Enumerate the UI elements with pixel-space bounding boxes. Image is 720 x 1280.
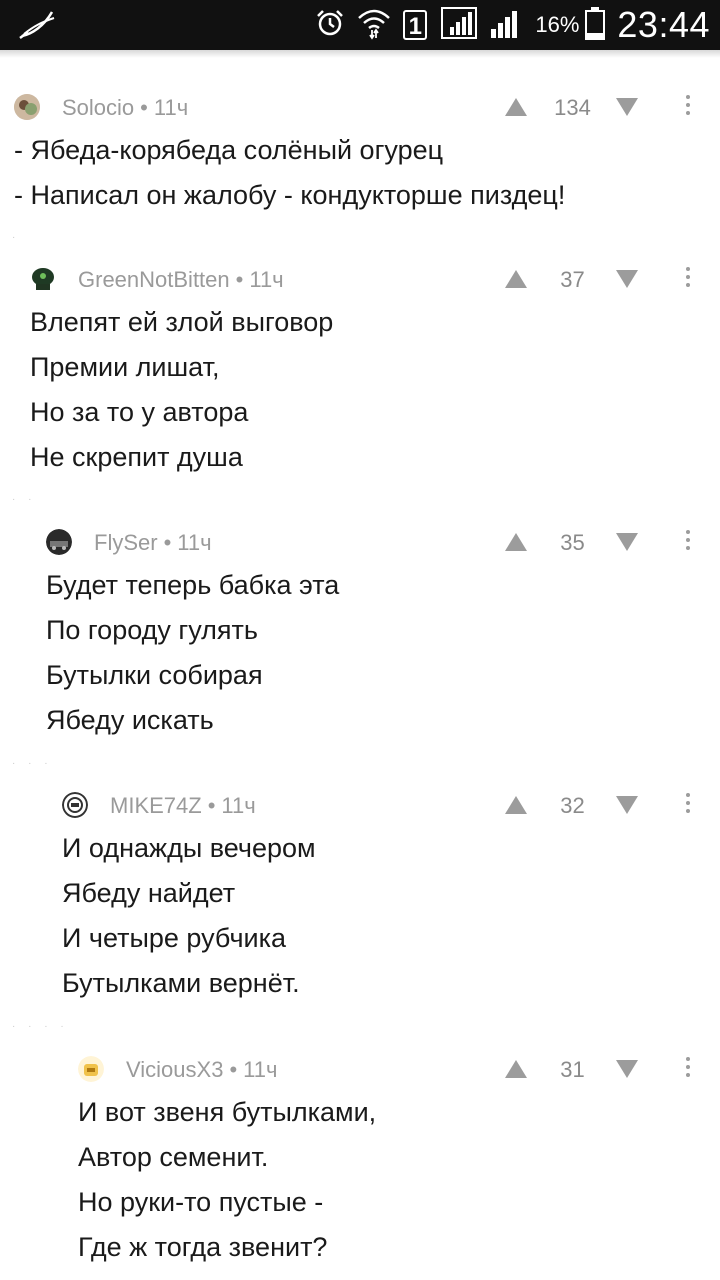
- status-bar: 1 16% 23:44: [0, 0, 720, 50]
- comment-line: И вот звеня бутылками,: [78, 1097, 377, 1127]
- comment-body: - Ябеда-корябеда солёный огурец - Написа…: [14, 132, 565, 222]
- separator-dot: •: [235, 267, 244, 292]
- comment-time: 11ч: [177, 530, 212, 555]
- downvote-icon[interactable]: [616, 270, 638, 288]
- comment-author[interactable]: ViciousX3: [126, 1057, 223, 1082]
- comment-author[interactable]: Solocio: [62, 95, 134, 120]
- upvote-icon[interactable]: [505, 1060, 527, 1078]
- comment-score: 32: [560, 793, 585, 818]
- comment-header: Solocio • 11ч 134: [0, 92, 720, 122]
- comment-score: 31: [560, 1057, 585, 1082]
- avatar[interactable]: [46, 529, 72, 555]
- battery-icon: [585, 6, 606, 45]
- comment: GreenNotBitten • 11ч 37 Влепят ей злой выг…: [0, 264, 720, 484]
- downvote-icon[interactable]: [616, 533, 638, 551]
- avatar[interactable]: [14, 94, 40, 120]
- comment-time: 11ч: [221, 793, 256, 818]
- comment-author[interactable]: GreenNotBitten: [78, 267, 230, 292]
- more-options-icon[interactable]: [681, 92, 695, 122]
- comment-header: FlySer • 11ч 35: [0, 527, 720, 557]
- upvote-icon[interactable]: [505, 533, 527, 551]
- clock-time: 23:44: [617, 4, 710, 45]
- comment-body: И вот звеня бутылками, Автор семенит. Но…: [78, 1094, 376, 1274]
- comment-line: Не скрепит душа: [30, 442, 243, 472]
- comment-line: Ябеду найдет: [62, 878, 236, 908]
- battery-percent: 16%: [535, 12, 580, 37]
- comment-line: И однажды вечером: [62, 833, 316, 863]
- comment-line: Автор семенит.: [78, 1142, 269, 1172]
- more-options-icon[interactable]: [681, 264, 695, 294]
- thread-indent-marker: · · · ·: [12, 1021, 69, 1032]
- comment-author[interactable]: MIKE74Z: [110, 793, 202, 818]
- comment-line: Ябеду искать: [46, 705, 214, 735]
- comment-body: И однажды вечером Ябеду найдет И четыре …: [62, 830, 316, 1010]
- comment: FlySer • 11ч 35 Будет теперь бабка эта По …: [0, 527, 720, 747]
- comment-line: Будет теперь бабка эта: [46, 570, 340, 600]
- comment-time: 11ч: [249, 267, 284, 292]
- feather-icon: [18, 8, 58, 47]
- separator-dot: •: [163, 530, 172, 555]
- separator-dot: •: [140, 95, 148, 120]
- separator-dot: •: [229, 1057, 238, 1082]
- upvote-icon[interactable]: [505, 796, 527, 814]
- comment-score: 37: [560, 267, 585, 292]
- separator-dot: •: [207, 793, 216, 818]
- sim-badge-icon: 1: [403, 10, 428, 40]
- comment-score: 35: [560, 530, 585, 555]
- comment-line: Бутылки собирая: [46, 660, 263, 690]
- comment: Solocio • 11ч 134 - Ябеда-корябеда солёный…: [0, 92, 720, 232]
- comment-line: И четыре рубчика: [62, 923, 287, 953]
- signal-icon: [441, 6, 478, 44]
- avatar[interactable]: [78, 1056, 104, 1082]
- comment-time: 11ч: [243, 1057, 278, 1082]
- wifi-icon: [357, 6, 391, 45]
- signal-icon: [489, 7, 523, 44]
- comment-score: 134: [554, 95, 591, 120]
- thread-indent-marker: · ·: [12, 494, 37, 505]
- comment-line: По городу гулять: [46, 615, 258, 645]
- comment-author[interactable]: FlySer: [94, 530, 158, 555]
- upvote-icon[interactable]: [505, 270, 527, 288]
- upvote-icon[interactable]: [505, 98, 527, 116]
- avatar[interactable]: [62, 792, 88, 818]
- alarm-clock-icon: [315, 8, 345, 43]
- comment-body: Будет теперь бабка эта По городу гулять …: [46, 567, 339, 747]
- comment-line: Но руки-то пустые -: [78, 1187, 324, 1217]
- downvote-icon[interactable]: [616, 98, 638, 116]
- comment-header: MIKE74Z • 11ч 32: [0, 790, 720, 820]
- comment: MIKE74Z • 11ч 32 И однажды вечером Ябеду н…: [0, 790, 720, 1010]
- comment-line: Влепят ей злой выговор: [30, 307, 334, 337]
- more-options-icon[interactable]: [681, 1054, 695, 1084]
- thread-indent-marker: · · ·: [12, 758, 53, 769]
- comment-line: Премии лишат,: [30, 352, 220, 382]
- comment-line: Бутылками вернёт.: [62, 968, 300, 998]
- comment-line: Где ж тогда звенит?: [78, 1232, 328, 1262]
- thread-indent-marker: ·: [12, 232, 21, 243]
- downvote-icon[interactable]: [616, 796, 638, 814]
- more-options-icon[interactable]: [681, 527, 695, 557]
- comment-line: - Написал он жалобу - кондукторше пиздец…: [14, 180, 566, 210]
- comment-time: 11ч: [153, 95, 189, 120]
- comment-body: Влепят ей злой выговор Премии лишат, Но …: [30, 304, 333, 484]
- comment-line: Но за то у автора: [30, 397, 249, 427]
- comment: ViciousX3 • 11ч 31 И вот звеня бутылками, …: [0, 1054, 720, 1274]
- downvote-icon[interactable]: [616, 1060, 638, 1078]
- comment-header: GreenNotBitten • 11ч 37: [0, 264, 720, 294]
- comment-header: ViciousX3 • 11ч 31: [0, 1054, 720, 1084]
- header-shadow: [0, 50, 720, 58]
- more-options-icon[interactable]: [681, 790, 695, 820]
- avatar[interactable]: [30, 266, 56, 292]
- comment-line: - Ябеда-корябеда солёный огурец: [14, 135, 444, 165]
